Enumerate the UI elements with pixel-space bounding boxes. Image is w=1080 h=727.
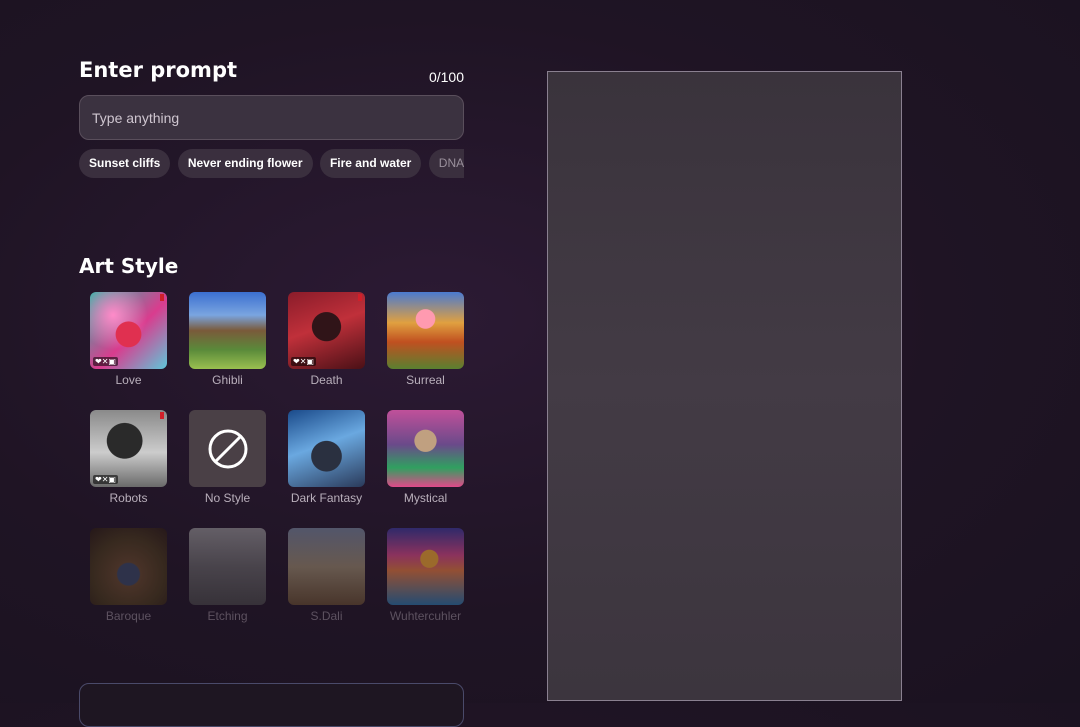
sdali-artwork <box>288 528 365 605</box>
suggestion-chip-sunset-cliffs[interactable]: Sunset cliffs <box>79 149 171 178</box>
style-option-robots[interactable]: ❤✕▣ Robots <box>79 410 178 505</box>
bookmark-icon <box>160 294 164 301</box>
style-option-death[interactable]: ❤✕▣ Death <box>277 292 376 387</box>
badge-icon: ❤✕▣ <box>93 475 118 484</box>
mystical-artwork <box>387 410 464 487</box>
style-option-no-style[interactable]: No Style <box>178 410 277 505</box>
style-label: Surreal <box>406 373 445 387</box>
style-label: Dark Fantasy <box>290 491 363 505</box>
style-label: Death <box>310 373 343 387</box>
style-label: Ghibli <box>212 373 243 387</box>
suggestion-chip-fire-and-water[interactable]: Fire and water <box>319 149 422 178</box>
badge-icon: ❤✕▣ <box>291 357 316 366</box>
style-label: S.Dali <box>310 609 343 623</box>
suggestion-chip-dna-tornado[interactable]: DNA tornado <box>428 149 464 178</box>
image-preview-panel <box>547 71 902 701</box>
no-style-thumbnail <box>189 410 266 487</box>
style-option-love[interactable]: ❤✕▣ Love <box>79 292 178 387</box>
style-option-mystical[interactable]: Mystical <box>376 410 475 505</box>
style-label: Wuhtercuhler <box>389 609 462 623</box>
prompt-heading: Enter prompt <box>79 58 238 82</box>
suggestion-chip-never-ending-flower[interactable]: Never ending flower <box>177 149 313 178</box>
art-style-heading: Art Style <box>79 254 179 278</box>
ghibli-artwork <box>189 292 266 369</box>
style-label: Baroque <box>105 609 152 623</box>
style-option-wuhtercuhler[interactable]: Wuhtercuhler <box>376 528 475 623</box>
robots-artwork: ❤✕▣ <box>90 410 167 487</box>
bookmark-icon <box>358 294 362 301</box>
wuhtercuhler-artwork <box>387 528 464 605</box>
style-option-etching[interactable]: Etching <box>178 528 277 623</box>
death-artwork: ❤✕▣ <box>288 292 365 369</box>
etching-artwork <box>189 528 266 605</box>
dark-fantasy-artwork <box>288 410 365 487</box>
style-label: No Style <box>204 491 251 505</box>
style-option-sdali[interactable]: S.Dali <box>277 528 376 623</box>
style-option-surreal[interactable]: Surreal <box>376 292 475 387</box>
style-label: Mystical <box>403 491 448 505</box>
no-style-icon <box>208 429 247 468</box>
generate-button[interactable] <box>79 683 464 727</box>
baroque-artwork <box>90 528 167 605</box>
style-option-ghibli[interactable]: Ghibli <box>178 292 277 387</box>
style-option-baroque[interactable]: Baroque <box>79 528 178 623</box>
character-counter: 0/100 <box>428 69 464 85</box>
prompt-suggestions: Sunset cliffs Never ending flower Fire a… <box>79 149 464 179</box>
style-label: Love <box>115 373 142 387</box>
style-label: Robots <box>109 491 148 505</box>
style-option-dark-fantasy[interactable]: Dark Fantasy <box>277 410 376 505</box>
prompt-input[interactable] <box>79 95 464 140</box>
surreal-artwork <box>387 292 464 369</box>
badge-icon: ❤✕▣ <box>93 357 118 366</box>
bookmark-icon <box>160 412 164 419</box>
style-label: Etching <box>207 609 248 623</box>
love-artwork: ❤✕▣ <box>90 292 167 369</box>
art-style-grid: ❤✕▣ Love Ghibli ❤✕▣ Death Surreal ❤✕▣ Ro… <box>79 292 475 623</box>
